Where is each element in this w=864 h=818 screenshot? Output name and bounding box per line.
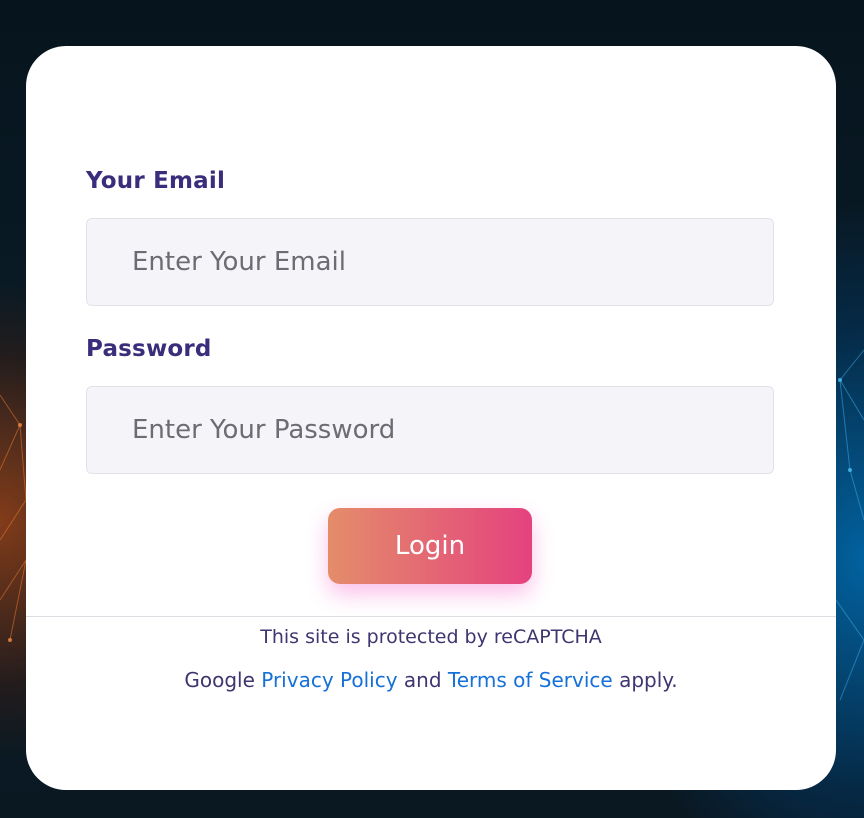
recaptcha-notice: This site is protected by reCAPTCHA [260, 626, 602, 648]
password-field-container [86, 386, 774, 474]
recaptcha-terms-line: Google Privacy Policy and Terms of Servi… [26, 668, 836, 692]
login-button[interactable]: Login [328, 508, 532, 584]
terms-of-service-link[interactable]: Terms of Service [448, 668, 613, 692]
email-field-container [86, 218, 774, 306]
apply-text: apply. [619, 668, 678, 692]
password-input[interactable] [87, 387, 773, 473]
divider [26, 616, 836, 617]
email-label: Your Email [86, 168, 226, 194]
privacy-policy-link[interactable]: Privacy Policy [261, 668, 397, 692]
login-card: Your Email Password Login This site is p… [26, 46, 836, 790]
and-text: and [403, 668, 442, 692]
google-text: Google [184, 668, 255, 692]
password-label: Password [86, 336, 212, 362]
email-input[interactable] [87, 219, 773, 305]
